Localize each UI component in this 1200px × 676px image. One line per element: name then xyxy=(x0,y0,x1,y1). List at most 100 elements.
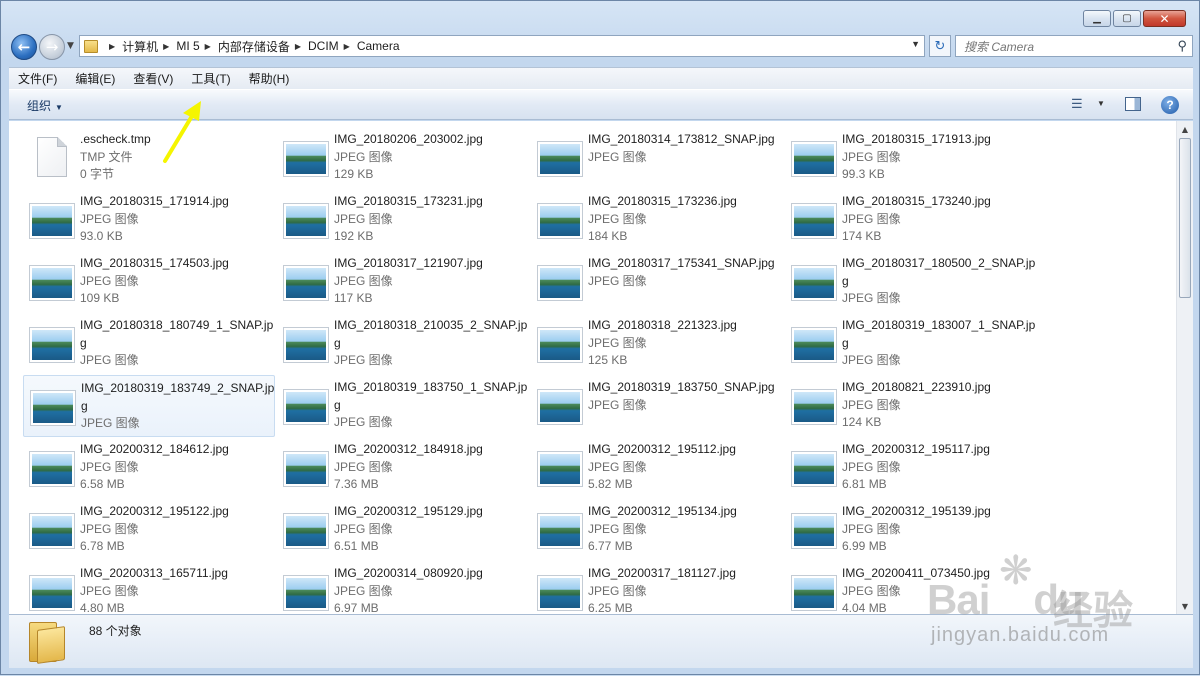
search-icon[interactable]: ⚲ xyxy=(1177,38,1187,54)
file-item[interactable]: IMG_20180318_210035_2_SNAP.jpg JPEG 图像 xyxy=(277,313,529,375)
file-meta: IMG_20180315_171914.jpg JPEG 图像 93.0 KB xyxy=(80,193,275,246)
breadcrumb-item[interactable]: MI 5 ▶ xyxy=(176,39,218,53)
file-item[interactable]: IMG_20180315_171913.jpg JPEG 图像 99.3 KB xyxy=(785,127,1037,189)
breadcrumb-label: 计算机 xyxy=(122,39,159,54)
change-view-icon[interactable]: ☰ xyxy=(1071,96,1083,112)
file-meta: IMG_20200312_195134.jpg JPEG 图像 6.77 MB xyxy=(588,503,783,556)
file-meta: IMG_20180319_183750_SNAP.jpg JPEG 图像 xyxy=(588,379,783,414)
breadcrumb-item[interactable]: DCIM ▶ xyxy=(308,39,357,53)
file-name: IMG_20180315_171913.jpg xyxy=(842,132,991,146)
image-thumbnail-icon xyxy=(29,203,75,239)
file-meta: IMG_20200312_195129.jpg JPEG 图像 6.51 MB xyxy=(334,503,529,556)
file-item[interactable]: IMG_20180318_221323.jpg JPEG 图像 125 KB xyxy=(531,313,783,375)
file-item[interactable]: IMG_20200314_080920.jpg JPEG 图像 6.97 MB xyxy=(277,561,529,614)
file-item[interactable]: IMG_20200313_165711.jpg JPEG 图像 4.80 MB xyxy=(23,561,275,614)
search-input[interactable] xyxy=(962,37,1166,57)
organize-label: 组织 xyxy=(27,99,52,113)
file-name: IMG_20180317_175341_SNAP.jpg xyxy=(588,256,775,270)
file-item[interactable]: IMG_20200312_195129.jpg JPEG 图像 6.51 MB xyxy=(277,499,529,561)
menu-view[interactable]: 查看(V) xyxy=(124,70,182,87)
back-button[interactable]: ← xyxy=(11,34,37,60)
file-item[interactable]: IMG_20180319_183750_1_SNAP.jpg JPEG 图像 xyxy=(277,375,529,437)
file-item[interactable]: IMG_20180318_180749_1_SNAP.jpg JPEG 图像 xyxy=(23,313,275,375)
file-name: IMG_20180317_180500_2_SNAP.jpg xyxy=(842,256,1036,288)
file-item[interactable]: IMG_20180317_175341_SNAP.jpg JPEG 图像 xyxy=(531,251,783,313)
vertical-scrollbar[interactable]: ▲ ▼ xyxy=(1176,121,1193,614)
scrollbar-thumb[interactable] xyxy=(1179,138,1191,298)
chevron-right-icon[interactable]: ▶ xyxy=(163,42,169,51)
file-meta: IMG_20200312_195122.jpg JPEG 图像 6.78 MB xyxy=(80,503,275,556)
file-size: 4.80 MB xyxy=(80,601,125,614)
file-item[interactable]: IMG_20200312_195117.jpg JPEG 图像 6.81 MB xyxy=(785,437,1037,499)
file-type: JPEG 图像 xyxy=(334,353,393,367)
file-item[interactable]: IMG_20180315_173240.jpg JPEG 图像 174 KB xyxy=(785,189,1037,251)
file-name: IMG_20180315_173240.jpg xyxy=(842,194,991,208)
file-item[interactable]: IMG_20180319_183749_2_SNAP.jpg JPEG 图像 xyxy=(23,375,275,437)
file-name: IMG_20180317_121907.jpg xyxy=(334,256,483,270)
recent-pages-dropdown-icon[interactable]: ▼ xyxy=(67,41,74,51)
menu-tools[interactable]: 工具(T) xyxy=(182,70,239,87)
file-item[interactable]: IMG_20180314_173812_SNAP.jpg JPEG 图像 xyxy=(531,127,783,189)
chevron-down-icon: ▼ xyxy=(55,103,63,112)
file-item[interactable]: IMG_20180315_173236.jpg JPEG 图像 184 KB xyxy=(531,189,783,251)
file-size: 7.36 MB xyxy=(334,477,379,491)
file-item[interactable]: IMG_20200317_181127.jpg JPEG 图像 6.25 MB xyxy=(531,561,783,614)
file-item[interactable]: IMG_20180317_180500_2_SNAP.jpg JPEG 图像 xyxy=(785,251,1037,313)
file-type: JPEG 图像 xyxy=(80,521,139,536)
file-type: JPEG 图像 xyxy=(334,459,393,474)
file-item[interactable]: IMG_20180821_223910.jpg JPEG 图像 124 KB xyxy=(785,375,1037,437)
file-size: 93.0 KB xyxy=(80,229,123,243)
file-item[interactable]: IMG_20180319_183750_SNAP.jpg JPEG 图像 xyxy=(531,375,783,437)
menu-file[interactable]: 文件(F) xyxy=(9,70,66,87)
address-bar[interactable]: ▶ 计算机 ▶ MI 5 ▶ 内部存储设备 ▶ DCIM ▶ Camera ▼ xyxy=(79,35,925,57)
file-item[interactable]: IMG_20200312_184918.jpg JPEG 图像 7.36 MB xyxy=(277,437,529,499)
file-item[interactable]: IMG_20180206_203002.jpg JPEG 图像 129 KB xyxy=(277,127,529,189)
file-item[interactable]: IMG_20200411_073450.jpg JPEG 图像 4.04 MB xyxy=(785,561,1037,614)
file-item[interactable]: IMG_20200312_195112.jpg JPEG 图像 5.82 MB xyxy=(531,437,783,499)
close-button[interactable]: ✕ xyxy=(1143,10,1186,27)
file-item[interactable]: IMG_20180315_174503.jpg JPEG 图像 109 KB xyxy=(23,251,275,313)
file-name: IMG_20180315_173236.jpg xyxy=(588,194,737,208)
breadcrumb-item[interactable]: Camera xyxy=(357,39,400,53)
breadcrumb-item[interactable]: 内部存储设备 ▶ xyxy=(218,38,308,55)
file-item[interactable]: IMG_20180317_121907.jpg JPEG 图像 117 KB xyxy=(277,251,529,313)
menu-edit[interactable]: 编辑(E) xyxy=(66,70,124,87)
chevron-right-icon[interactable]: ▶ xyxy=(295,42,301,51)
organize-button[interactable]: 组织 ▼ xyxy=(27,97,63,114)
file-size: 174 KB xyxy=(842,229,882,243)
file-size: 129 KB xyxy=(334,167,374,181)
file-meta: IMG_20180319_183749_2_SNAP.jpg JPEG 图像 xyxy=(81,380,276,433)
chevron-right-icon[interactable]: ▶ xyxy=(205,42,211,51)
file-item[interactable]: IMG_20180315_171914.jpg JPEG 图像 93.0 KB xyxy=(23,189,275,251)
file-meta: IMG_20200312_195117.jpg JPEG 图像 6.81 MB xyxy=(842,441,1037,494)
file-item[interactable]: IMG_20200312_195139.jpg JPEG 图像 6.99 MB xyxy=(785,499,1037,561)
file-item[interactable]: IMG_20200312_195122.jpg JPEG 图像 6.78 MB xyxy=(23,499,275,561)
scroll-down-icon[interactable]: ▼ xyxy=(1177,598,1193,614)
search-box[interactable]: ⚲ xyxy=(955,35,1193,57)
maximize-button[interactable]: ▢ xyxy=(1113,10,1141,27)
breadcrumb-item[interactable]: 计算机 ▶ xyxy=(122,38,176,55)
file-item[interactable]: IMG_20200312_195134.jpg JPEG 图像 6.77 MB xyxy=(531,499,783,561)
forward-button[interactable]: → xyxy=(39,34,65,60)
image-thumbnail-icon xyxy=(537,575,583,611)
chevron-right-icon[interactable]: ▶ xyxy=(344,42,350,51)
file-item[interactable]: .escheck.tmp TMP 文件 0 字节 xyxy=(23,127,275,189)
address-dropdown-icon[interactable]: ▼ xyxy=(911,39,920,49)
breadcrumb-root-chevron-icon[interactable]: ▶ xyxy=(104,42,122,51)
file-meta: IMG_20200312_195139.jpg JPEG 图像 6.99 MB xyxy=(842,503,1037,556)
file-size: 6.78 MB xyxy=(80,539,125,553)
scroll-up-icon[interactable]: ▲ xyxy=(1177,121,1193,137)
refresh-button[interactable]: ↻ xyxy=(929,35,951,57)
minimize-button[interactable]: ▁ xyxy=(1083,10,1111,27)
menu-help[interactable]: 帮助(H) xyxy=(240,70,299,87)
preview-pane-icon[interactable] xyxy=(1125,97,1141,111)
generic-file-icon xyxy=(37,137,67,177)
file-meta: IMG_20180317_121907.jpg JPEG 图像 117 KB xyxy=(334,255,529,308)
file-type: JPEG 图像 xyxy=(334,211,393,226)
help-icon[interactable]: ? xyxy=(1161,96,1179,114)
file-type: JPEG 图像 xyxy=(588,583,647,598)
view-options-dropdown-icon[interactable]: ▼ xyxy=(1097,99,1105,108)
file-item[interactable]: IMG_20180319_183007_1_SNAP.jpg JPEG 图像 xyxy=(785,313,1037,375)
file-item[interactable]: IMG_20200312_184612.jpg JPEG 图像 6.58 MB xyxy=(23,437,275,499)
file-item[interactable]: IMG_20180315_173231.jpg JPEG 图像 192 KB xyxy=(277,189,529,251)
